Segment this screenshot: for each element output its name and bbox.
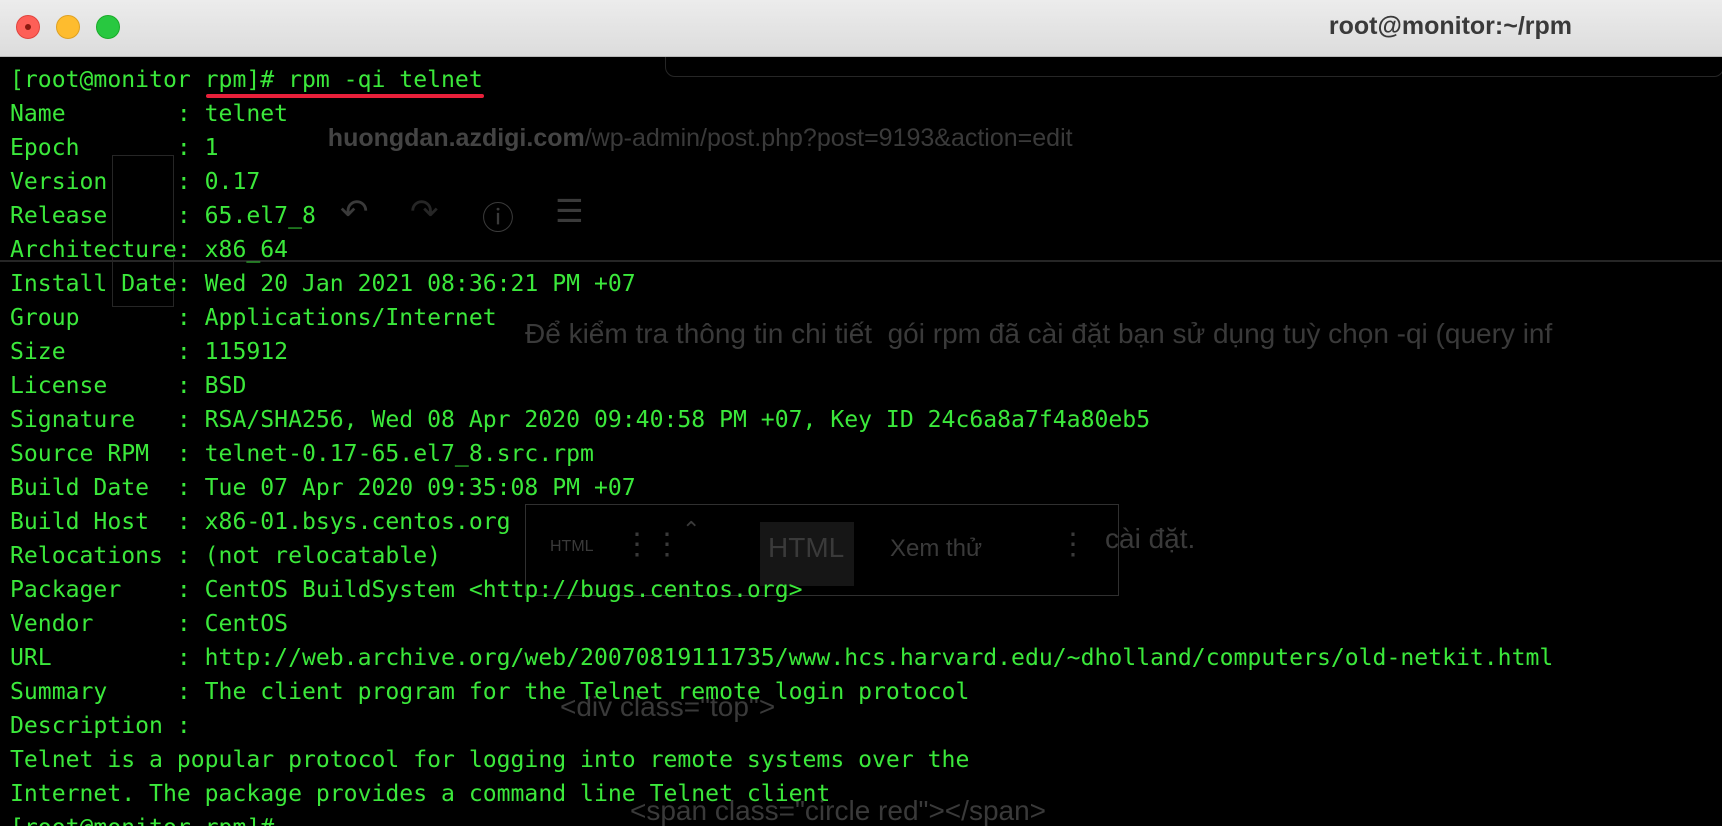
output-line: Install Date: Wed 20 Jan 2021 08:36:21 P… [10, 271, 636, 297]
output-line: Telnet is a popular protocol for logging… [10, 747, 970, 773]
output-line: URL : http://web.archive.org/web/2007081… [10, 645, 1554, 671]
output-line: Release : 65.el7_8 [10, 203, 316, 229]
minimize-window-button[interactable] [56, 15, 80, 39]
command-prompt-line: [root@monitor rpm]# rpm -qi telnet [10, 67, 483, 93]
output-line: Name : telnet [10, 101, 289, 127]
output-line: Description : [10, 713, 191, 739]
output-line: Architecture: x86_64 [10, 237, 289, 263]
terminal-output: [root@monitor rpm]# rpm -qi telnet Name … [10, 63, 1553, 826]
zoom-window-button[interactable] [96, 15, 120, 39]
command-highlight-underline [206, 94, 484, 98]
terminal-area[interactable]: huongdan.azdigi.com/wp-admin/post.php?po… [0, 57, 1722, 826]
output-line: Build Host : x86-01.bsys.centos.org [10, 509, 511, 535]
output-line: Summary : The client program for the Tel… [10, 679, 970, 705]
output-line: License : BSD [10, 373, 247, 399]
output-line: Vendor : CentOS [10, 611, 289, 637]
window-title: root@monitor:~/rpm [1328, 12, 1572, 40]
output-line: Group : Applications/Internet [10, 305, 497, 331]
output-line: Version : 0.17 [10, 169, 261, 195]
final-prompt-line: [root@monitor rpm]# [10, 811, 1553, 826]
window-titlebar[interactable]: root@monitor:~/rpm [0, 0, 1722, 57]
output-line: Size : 115912 [10, 339, 289, 365]
output-line: Relocations : (not relocatable) [10, 543, 442, 569]
output-line: Epoch : 1 [10, 135, 219, 161]
output-line: Packager : CentOS BuildSystem <http://bu… [10, 577, 803, 603]
output-line: Internet. The package provides a command… [10, 781, 831, 807]
output-line: Build Date : Tue 07 Apr 2020 09:35:08 PM… [10, 475, 636, 501]
output-line: Source RPM : telnet-0.17-65.el7_8.src.rp… [10, 441, 594, 467]
close-window-button[interactable] [16, 15, 40, 39]
output-line: Signature : RSA/SHA256, Wed 08 Apr 2020 … [10, 407, 1151, 433]
rpm-info-output: Name : telnet Epoch : 1 Version : 0.17 Rele… [10, 97, 1553, 811]
